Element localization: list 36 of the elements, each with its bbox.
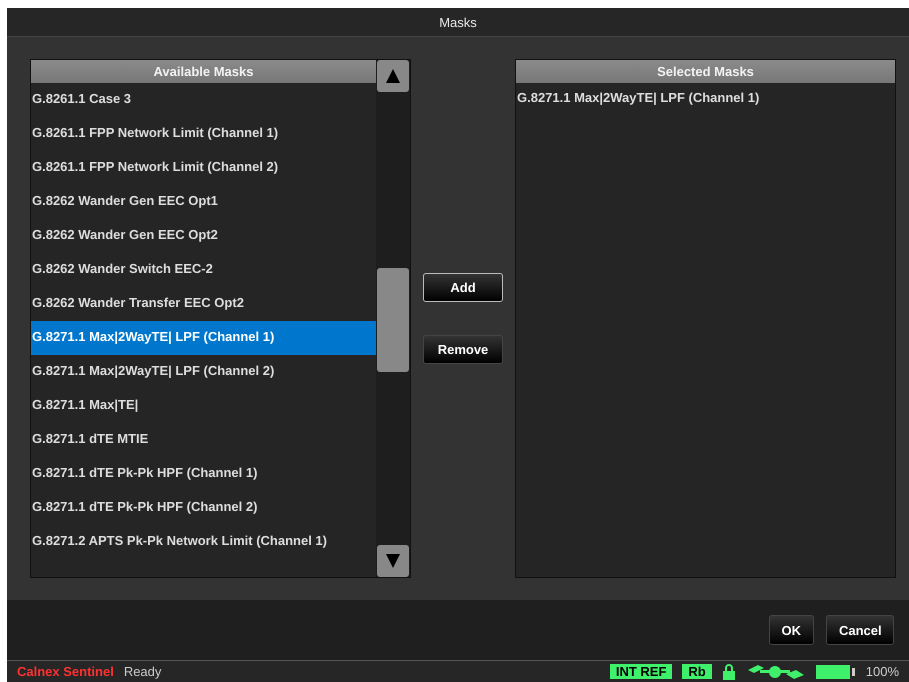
status-text: Ready [124, 664, 162, 679]
battery-icon [816, 664, 856, 678]
add-button[interactable]: Add [423, 273, 503, 302]
list-item[interactable]: G.8261.1 FPP Network Limit (Channel 1) [31, 117, 376, 151]
padlock-icon [722, 664, 736, 680]
list-item[interactable]: G.8271.1 dTE Pk-Pk HPF (Channel 2) [31, 491, 376, 525]
list-item[interactable]: G.8262 Wander Gen EEC Opt1 [31, 185, 376, 219]
list-item[interactable]: G.8271.1 dTE MTIE [31, 423, 376, 457]
list-item[interactable]: G.8261.1 FPP Network Limit (Channel 2) [31, 151, 376, 185]
scrollbar-thumb[interactable] [377, 268, 409, 372]
status-badge: Rb [682, 664, 712, 679]
remove-button[interactable]: Remove [423, 335, 503, 364]
app-name: Calnex Sentinel [17, 664, 114, 679]
list-item[interactable]: G.8271.2 APTS Pk-Pk Network Limit (Channel 1) [31, 525, 376, 559]
scroll-down-button[interactable] [377, 545, 409, 577]
cancel-button[interactable]: Cancel [826, 615, 894, 645]
list-item[interactable]: G.8262 Wander Gen EEC Opt2 [31, 219, 376, 253]
battery-percentage: 100% [866, 664, 899, 679]
list-header: Selected Masks [516, 60, 895, 83]
ok-button[interactable]: OK [768, 615, 814, 645]
list-item[interactable]: G.8261.1 Case 3 [31, 83, 376, 117]
list-header: Available Masks [31, 60, 376, 83]
list-item[interactable]: G.8271.1 Max|2WayTE| LPF (Channel 1) [516, 83, 895, 115]
list-item[interactable]: G.8271.1 dTE Pk-Pk HPF (Channel 1) [31, 457, 376, 491]
list-item[interactable]: G.8262 Wander Switch EEC-2 [31, 253, 376, 287]
list-item[interactable]: G.8262 Wander Transfer EEC Opt2 [31, 287, 376, 321]
down-triangle-icon [385, 553, 401, 569]
list-item[interactable]: G.8271.1 Max|2WayTE| LPF (Channel 2) [31, 355, 376, 389]
status-badge: INT REF [610, 664, 672, 679]
up-triangle-icon [385, 68, 401, 84]
scrollbar[interactable] [376, 60, 410, 577]
list-item[interactable]: G.8271.1 Max|TE| [31, 389, 376, 423]
list-item[interactable]: G.8271.1 Max|2WayTE| LPF (Channel 1) [31, 321, 376, 355]
satellite-icon [746, 664, 806, 680]
scroll-up-button[interactable] [377, 60, 409, 92]
window-title: Masks [439, 14, 477, 30]
